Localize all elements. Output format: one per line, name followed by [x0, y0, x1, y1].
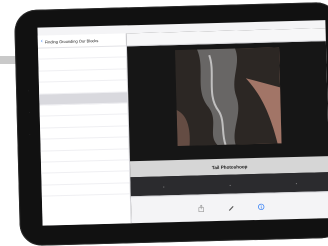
main-content: Tail Photoshoop • • • [126, 28, 328, 224]
tablet-device: · · · ‹ Finding Grounding Our Blocks Tai… [13, 1, 328, 246]
bottom-toolbar [130, 191, 328, 224]
chevron-left-icon[interactable]: ‹ [41, 39, 43, 45]
photo[interactable] [175, 47, 282, 147]
sidebar: ‹ Finding Grounding Our Blocks [37, 33, 132, 226]
side-marker: · [28, 87, 30, 93]
pen-icon[interactable] [227, 204, 235, 212]
caption-text: Tail Photoshoop [211, 163, 248, 170]
side-marker: · [28, 109, 31, 115]
share-icon[interactable] [197, 204, 205, 213]
info-icon[interactable] [257, 203, 265, 211]
playback-dot: • [295, 180, 298, 186]
playback-dot: • [229, 182, 231, 188]
side-markers: · · · [28, 88, 31, 137]
sidebar-list [37, 46, 130, 197]
photo-image [175, 47, 282, 147]
sidebar-title: Finding Grounding Our Blocks [44, 37, 99, 44]
side-marker: · [29, 131, 31, 137]
tablet-screen: ‹ Finding Grounding Our Blocks Tail Phot [37, 20, 328, 226]
sidebar-item[interactable] [41, 183, 130, 197]
playback-dot: • [163, 183, 165, 189]
